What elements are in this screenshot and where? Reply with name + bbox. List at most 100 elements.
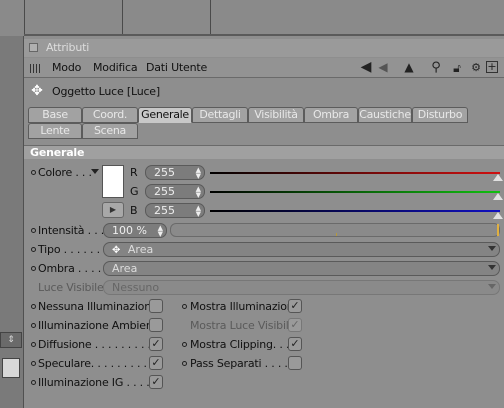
tab-generale[interactable]: Generale [138,107,192,123]
animate-dot[interactable] [182,342,187,347]
arrow-back-icon[interactable]: ◀ [376,59,390,75]
animate-dot[interactable] [182,304,187,309]
animate-dot[interactable] [31,247,36,252]
left-sidebar-edge: ⇕ [0,36,24,408]
animate-dot[interactable] [182,361,187,366]
color-picker-button[interactable]: ▶ [102,202,124,218]
channel-r-slider-handle[interactable] [493,174,503,181]
intensity-input[interactable]: 100 % ▲ ▼ [103,223,167,238]
ombra-label: Ombra . . . . . [38,262,108,275]
animate-dot[interactable] [31,266,36,271]
lock-icon[interactable]: 🔓︎ [450,60,464,76]
object-title: Oggetto Luce [Luce] [52,85,160,98]
tipo-value: Area [127,243,154,256]
section-header: Generale [24,145,504,159]
channel-g-slider-handle[interactable] [493,193,503,200]
grip-icon [30,64,41,73]
spinner-icon[interactable]: ▲ ▼ [196,205,201,218]
mostra-clipping-checkbox[interactable]: ✓ [288,337,302,351]
animate-dot[interactable] [31,361,36,366]
channel-b-value: 255 [154,204,175,217]
menu-modifica[interactable]: Modifica [93,61,138,74]
arrow-up-icon[interactable]: ▲ [402,59,416,75]
viewport-divider [24,0,25,36]
panel-checkbox[interactable] [29,43,38,52]
mostra-luce-visibile-checkbox[interactable]: ✓ [288,318,302,332]
tab-lente[interactable]: Lente [28,123,82,139]
add-icon[interactable]: + [486,61,498,73]
viewport-strip [0,0,504,36]
channel-b-input[interactable]: 255 ▲ ▼ [145,203,205,218]
animate-dot[interactable] [31,342,36,347]
illuminazione-ig-label: Illuminazione IG . . . . [38,376,150,389]
viewport-bottom-border [24,34,504,36]
search-icon[interactable]: ⚲ [428,59,444,75]
tab-visibilita[interactable]: Visibilità [248,107,304,123]
luce-visibile-dropdown[interactable]: Nessuno [103,280,500,295]
channel-r-input[interactable]: 255 ▲ ▼ [145,165,205,180]
luce-visibile-label: Luce Visibile [38,281,104,294]
color-dropdown-arrow[interactable] [91,169,99,174]
channel-g-label: G [130,185,139,198]
intensity-slider-end [497,224,499,236]
channel-b-slider-handle[interactable] [493,212,503,219]
speculare-label: Speculare. . . . . . . . . . . [38,357,161,370]
luce-visibile-value: Nessuno [112,281,160,294]
intensity-slider[interactable] [170,223,500,237]
channel-g-input[interactable]: 255 ▲ ▼ [145,184,205,199]
section-title: Generale [30,146,85,159]
sidebar-widget[interactable]: ⇕ [0,332,22,348]
channel-r-value: 255 [154,166,175,179]
sidebar-icon[interactable] [2,358,20,378]
tipo-label: Tipo . . . . . . [38,243,100,256]
intensity-slider-tick [336,233,337,236]
area-light-icon: ✥ [112,245,121,256]
animate-dot[interactable] [31,380,36,385]
intensity-value: 100 % [112,224,147,237]
tipo-dropdown[interactable]: ✥ Area [103,242,500,257]
animate-dot[interactable] [31,323,36,328]
tab-base[interactable]: Base [28,107,82,123]
animate-dot[interactable] [31,170,36,175]
ombra-value: Area [112,262,138,275]
channel-r-slider-track[interactable] [210,172,500,174]
nessuna-illuminazione-label: Nessuna Illuminazione [38,300,158,313]
tab-caustiche[interactable]: Caustiche [358,107,412,123]
spinner-icon[interactable]: ▲ ▼ [158,225,163,238]
channel-g-slider-track[interactable] [210,191,500,193]
illuminazione-ambiente-checkbox[interactable] [149,318,163,332]
spinner-icon[interactable]: ▲ ▼ [196,186,201,199]
intensity-label: Intensità . . . [38,224,105,237]
ombra-dropdown[interactable]: Area [103,261,500,276]
tab-disturbo[interactable]: Disturbo [412,107,468,123]
pass-separati-checkbox[interactable] [288,356,302,370]
chevron-down-icon [488,265,496,270]
illuminazione-ig-checkbox[interactable]: ✓ [149,375,163,389]
mostra-illuminazione-checkbox[interactable]: ✓ [288,299,302,313]
viewport-divider [210,0,211,36]
chevron-down-icon [488,246,496,251]
tab-coord[interactable]: Coord. [82,107,138,123]
pass-separati-label: Pass Separati . . . . . [190,357,295,370]
diffusione-checkbox[interactable]: ✓ [149,337,163,351]
arrow-left-icon[interactable]: ◀ [358,59,374,75]
animate-dot[interactable] [31,304,36,309]
chevron-down-icon [488,284,496,289]
tab-scena[interactable]: Scena [82,123,138,139]
mostra-illuminazione-label: Mostra Illuminazione [190,300,301,313]
channel-b-slider-track[interactable] [210,210,500,212]
channel-g-value: 255 [154,185,175,198]
channel-r-label: R [130,166,138,179]
spinner-icon[interactable]: ▲ ▼ [196,167,201,180]
panel-header: Attributi [24,39,504,57]
animate-dot[interactable] [31,228,36,233]
color-swatch[interactable] [102,165,124,198]
tab-dettagli[interactable]: Dettagli [192,107,248,123]
menu-dati-utente[interactable]: Dati Utente [146,61,207,74]
menu-modo[interactable]: Modo [52,61,81,74]
nessuna-illuminazione-checkbox[interactable] [149,299,163,313]
speculare-checkbox[interactable]: ✓ [149,356,163,370]
settings-icon[interactable]: ⚙︎ [469,59,483,75]
tab-ombra[interactable]: Ombra [304,107,358,123]
color-label: Colore . . . [38,166,92,179]
